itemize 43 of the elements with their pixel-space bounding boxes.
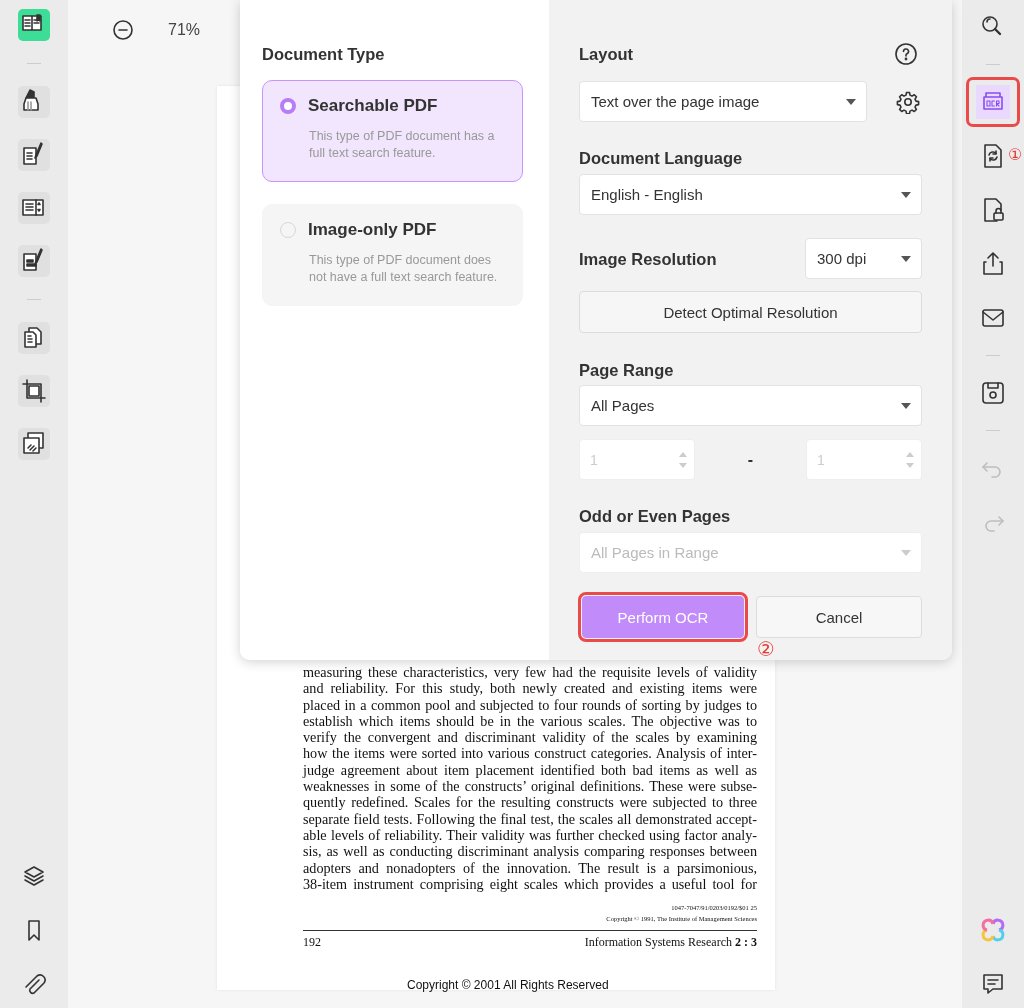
option-title: Searchable PDF xyxy=(308,96,438,116)
field-label: Image Resolution xyxy=(579,248,718,269)
dropdown[interactable]: 300 dpi xyxy=(805,238,922,279)
caret-icon xyxy=(901,255,911,262)
journal-name: Information Systems Research 2 : 3 xyxy=(584,935,757,951)
settings-icon[interactable] xyxy=(896,89,920,114)
help-icon[interactable] xyxy=(895,43,917,65)
option-description: This type of PDF document does not have a full text search feature. xyxy=(309,252,499,286)
field-label: Page Range xyxy=(579,360,675,380)
caret-icon xyxy=(901,549,911,556)
option-card[interactable]: Searchable PDF This type of PDF document has a full text search feature. xyxy=(262,80,523,182)
step-number: ② xyxy=(757,639,775,659)
body-paragraph: measuring these characteristics, very few had the requisite levels of validity and reliability. For this study, both newly created and existing items were placed in a common pool and subjected to four rounds of sorting by judges to establish which items should be in the various scales. The objective was to verify the convergent and discriminant validity of the scales by examining how the items were sorted into various construct categories. Analysis of inter- judge agreement about item placement identified both bad items as well as weaknesses in some of the constructs’ original definitions. These were subse- quently redefined. Scales for the resulting constructs were subjected to three separate field tests. Following the final test, the scales all demonstrated accept- able levels of reliability. Their validity was further checked using factor analy- sis, as well as conducting discriminant analysis comparing responses between adopters and nonadopters of the innovation. The result is a parsimonious, 38-item instrument comprising eight scales which provides a useful tool for xyxy=(303,664,757,893)
option-card[interactable]: Image-only PDF This type of PDF document does not have a full text search feature. xyxy=(262,204,523,306)
section-title: Document Type xyxy=(262,44,386,64)
page-number: 192 xyxy=(303,935,321,951)
crop-icon[interactable] xyxy=(18,375,50,407)
caret-icon xyxy=(846,98,856,105)
zoom-level[interactable]: 71% xyxy=(168,21,201,39)
field-label: Layout xyxy=(579,44,634,64)
book-icon[interactable] xyxy=(18,9,50,41)
field-label: Odd or Even Pages xyxy=(579,506,732,526)
page-footer: Copyright © 2001 All Rights Reserved xyxy=(407,978,757,993)
option-title: Image-only PDF xyxy=(308,220,437,240)
step-number: ① xyxy=(1008,146,1023,164)
edit-document-icon[interactable] xyxy=(18,139,50,171)
form-icon[interactable] xyxy=(18,192,50,224)
highlighter-icon[interactable] xyxy=(18,86,50,118)
caret-icon xyxy=(901,402,911,409)
ocr-icon[interactable] xyxy=(966,77,1020,127)
dropdown[interactable]: English - English xyxy=(579,174,922,215)
detect-resolution-button[interactable]: Detect Optimal Resolution xyxy=(579,291,922,333)
redact-icon[interactable] xyxy=(18,245,50,277)
zoom-out-icon[interactable] xyxy=(112,19,134,41)
stacked-squares-icon[interactable] xyxy=(18,428,50,460)
radio-button[interactable] xyxy=(280,98,296,114)
range-separator: - xyxy=(747,450,754,469)
pages-icon[interactable] xyxy=(18,322,50,354)
option-description: This type of PDF document has a full text search feature. xyxy=(309,128,496,162)
cancel-button[interactable]: Cancel xyxy=(756,596,922,638)
field-label: Document Language xyxy=(579,148,744,168)
caret-icon xyxy=(901,191,911,198)
dropdown[interactable]: Text over the page image xyxy=(579,81,867,122)
